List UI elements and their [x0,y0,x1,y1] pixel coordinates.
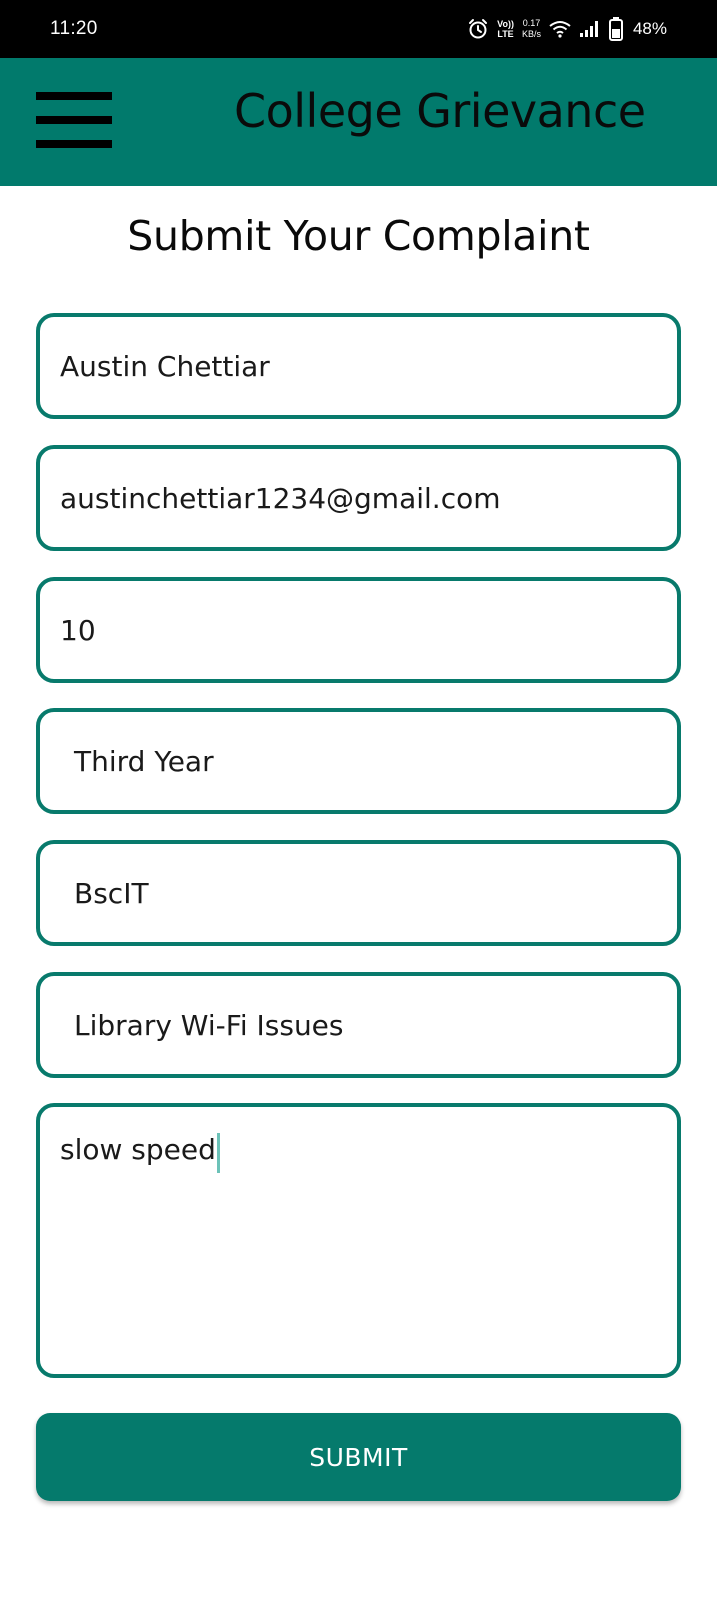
name-input[interactable]: Austin Chettiar [36,313,681,419]
volte-top-label: Vo)) [497,19,514,29]
email-value: austinchettiar1234@gmail.com [60,481,501,515]
text-cursor [216,1133,220,1173]
battery-icon [608,17,623,41]
roll-number-value: 10 [60,613,96,647]
net-speed-value: 0.17 [522,18,541,28]
status-bar: 11:20 Vo)) LTE 0.17 KB/s 48% [0,0,717,58]
category-select[interactable]: Library Wi-Fi Issues [36,972,681,1078]
description-value: slow speed [60,1133,216,1166]
year-value: Third Year [74,744,214,778]
battery-percent: 48% [632,19,667,38]
status-icons: Vo)) LTE 0.17 KB/s 48% [467,14,667,44]
complaint-description-input[interactable]: slow speed [36,1103,681,1378]
course-select[interactable]: BscIT [36,840,681,946]
net-speed: 0.17 KB/s [522,18,541,40]
email-input[interactable]: austinchettiar1234@gmail.com [36,445,681,551]
name-value: Austin Chettiar [60,349,270,383]
category-value: Library Wi-Fi Issues [74,1008,344,1042]
net-speed-unit: KB/s [521,29,541,39]
signal-icon [579,20,601,38]
page-title: Submit Your Complaint [127,212,590,260]
volte-bottom-label: LTE [497,29,514,39]
hamburger-menu-icon[interactable] [36,92,112,148]
course-value: BscIT [74,876,149,910]
submit-button[interactable]: SUBMIT [36,1413,681,1501]
year-select[interactable]: Third Year [36,708,681,814]
volte-icon: Vo)) LTE [497,19,514,39]
roll-number-input[interactable]: 10 [36,577,681,683]
app-title: College Grievance [234,84,646,138]
submit-label: SUBMIT [309,1442,408,1472]
status-time: 11:20 [50,18,98,39]
app-bar: College Grievance [0,58,717,186]
wifi-icon [549,20,571,38]
alarm-icon [467,18,489,40]
